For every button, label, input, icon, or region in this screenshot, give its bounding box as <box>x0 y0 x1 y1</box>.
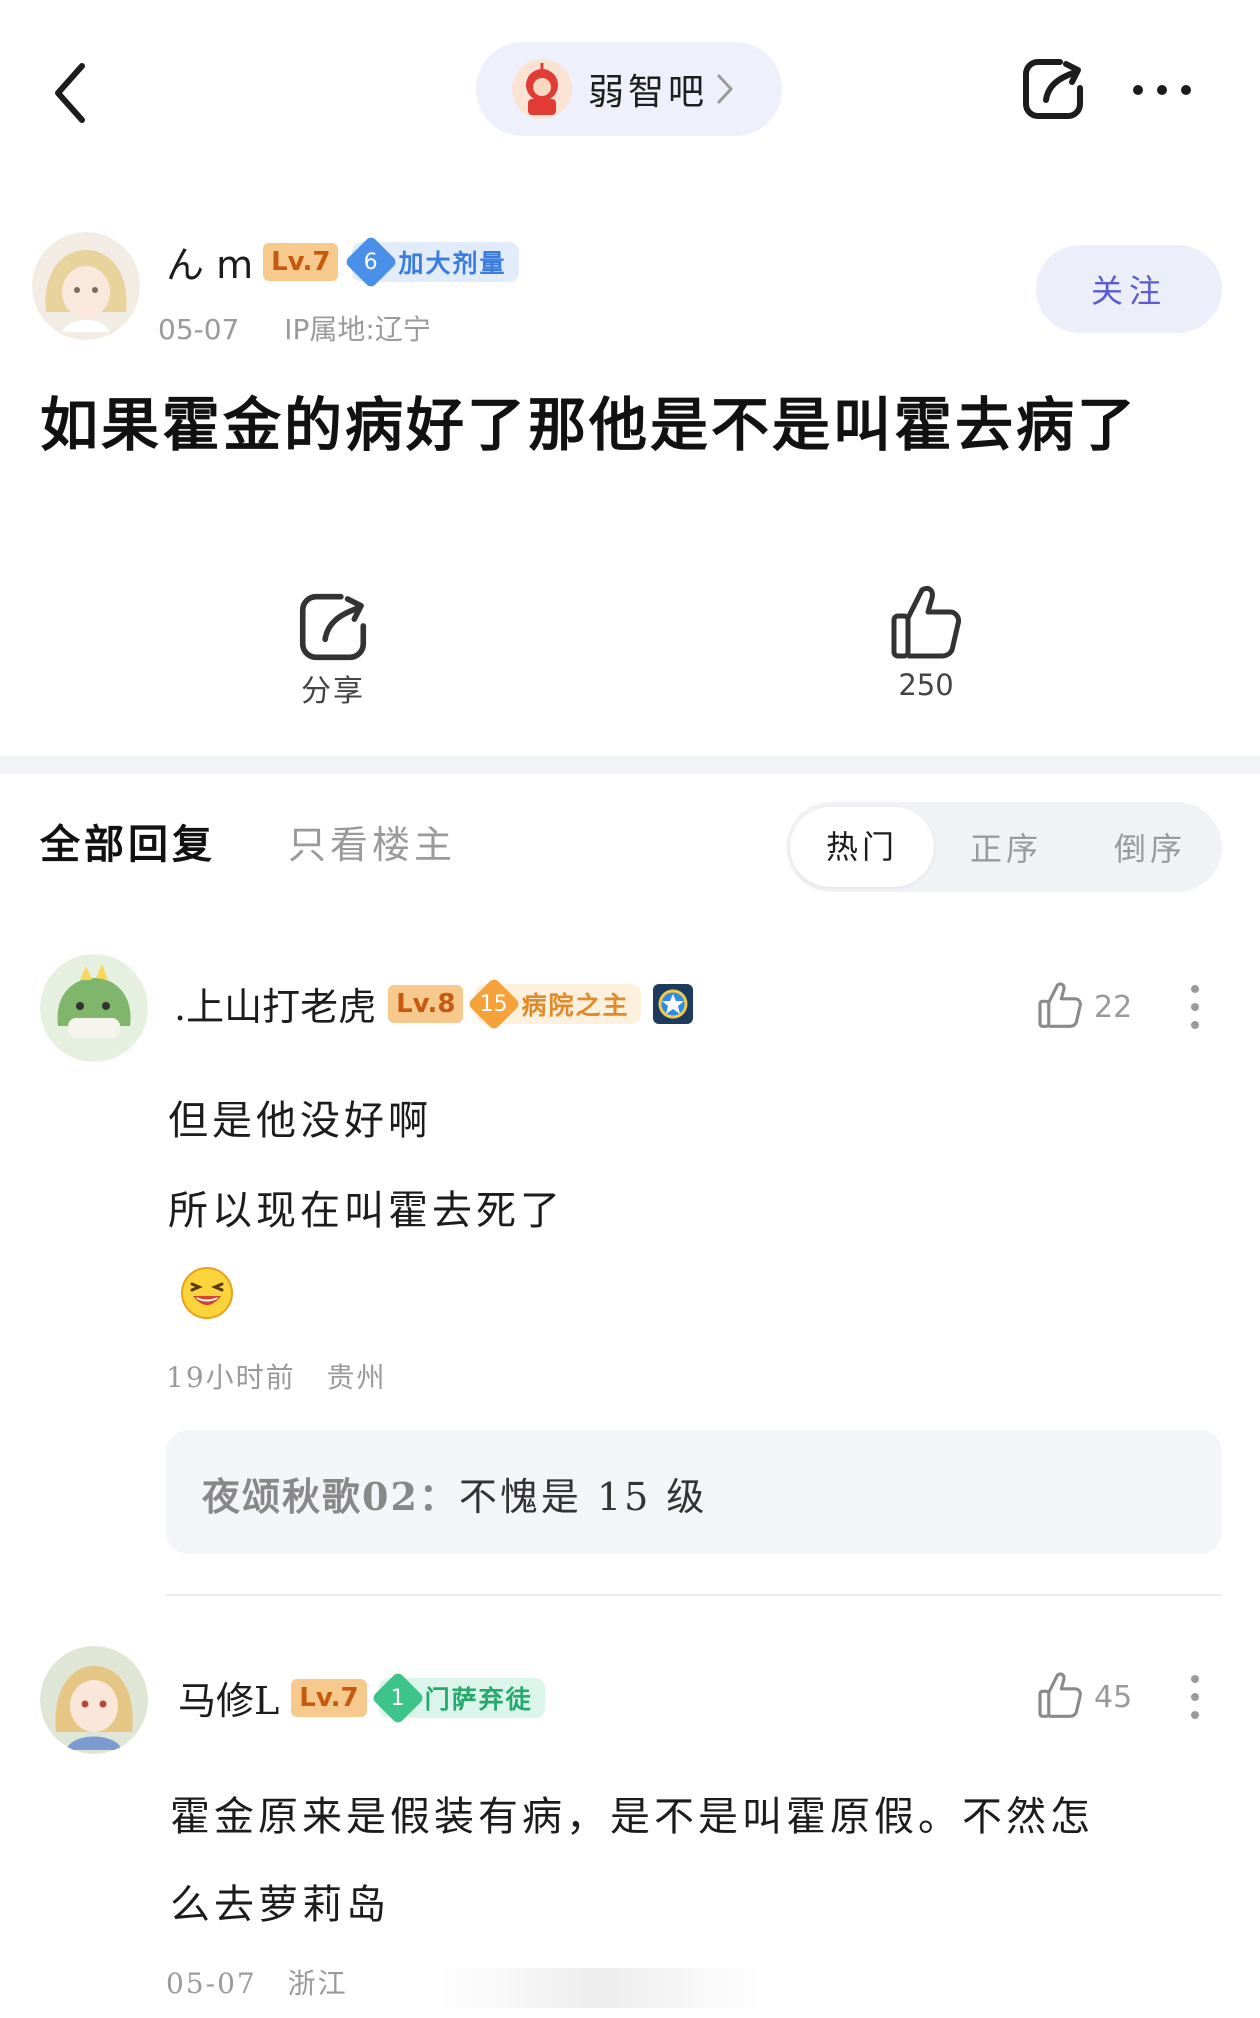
comment-like-count: 22 <box>1094 990 1133 1025</box>
share-button[interactable] <box>1020 56 1086 122</box>
title-badge[interactable]: 15 病院之主 <box>467 976 642 1031</box>
comment-text-line: 但是他没好啊 <box>168 1098 432 1144</box>
comment-meta: 19小时前 贵州 <box>166 1356 387 1396</box>
forum-name: 弱智吧 <box>588 72 709 113</box>
tab-op-only[interactable]: 只看楼主 <box>288 814 456 869</box>
reply-username[interactable]: 夜颂秋歌02： <box>202 1474 459 1519</box>
sort-desc[interactable]: 倒序 <box>1078 824 1222 870</box>
more-button[interactable] <box>1130 82 1194 98</box>
level-badge: Lv.8 <box>388 984 464 1023</box>
back-button[interactable] <box>48 58 98 128</box>
username[interactable]: ん m <box>166 234 253 289</box>
title-text: 病院之主 <box>521 990 630 1020</box>
username[interactable]: 马修L <box>178 1670 279 1725</box>
title-level-icon: 15 <box>467 976 522 1031</box>
post-date: 05-07 <box>158 313 240 346</box>
share-label: 分享 <box>301 674 365 709</box>
comment-like-button[interactable] <box>1036 980 1084 1030</box>
avatar[interactable] <box>32 232 140 340</box>
comment-more-button[interactable] <box>1190 984 1200 1030</box>
level-badge: Lv.7 <box>263 242 339 281</box>
back-icon <box>55 63 85 123</box>
reply-text: 不愧是 15 级 <box>458 1475 708 1519</box>
comment-text-line: 么去萝莉岛 <box>170 1882 390 1928</box>
chevron-right-icon <box>717 74 733 104</box>
comment-location: 浙江 <box>287 1967 348 2000</box>
avatar[interactable] <box>40 954 148 1062</box>
ip-location: IP属地:辽宁 <box>284 313 431 346</box>
comment-more-button[interactable] <box>1190 1674 1200 1720</box>
forum-link[interactable]: 弱智吧 <box>476 42 782 136</box>
title-badge[interactable]: 6 加大剂量 <box>344 234 519 289</box>
like-count: 250 <box>898 668 954 702</box>
title-text: 门萨弃徒 <box>424 1684 533 1714</box>
forum-avatar <box>512 59 572 119</box>
comment-text-line: 所以现在叫霍去死了 <box>168 1188 564 1234</box>
comment-like-button[interactable] <box>1036 1670 1084 1720</box>
share-icon <box>1023 59 1083 119</box>
like-button[interactable] <box>888 582 964 662</box>
post-title: 如果霍金的病好了那他是不是叫霍去病了 <box>40 391 1139 459</box>
comment-time: 19小时前 <box>166 1361 296 1394</box>
tab-all-replies[interactable]: 全部回复 <box>40 812 216 870</box>
avatar[interactable] <box>40 1646 148 1754</box>
title-level-icon: 6 <box>344 234 399 289</box>
comment-text-line: 霍金原来是假装有病，是不是叫霍原假。不然怎 <box>170 1794 1094 1840</box>
thumbs-up-icon <box>1038 982 1082 1028</box>
more-vertical-icon <box>1191 1675 1199 1719</box>
share-icon <box>299 593 367 661</box>
laughing-emoji-icon <box>180 1266 234 1324</box>
follow-button[interactable]: 关注 <box>1036 245 1222 333</box>
sort-asc[interactable]: 正序 <box>934 824 1078 870</box>
sub-reply[interactable]: 夜颂秋歌02：不愧是 15 级 <box>166 1430 1222 1554</box>
comment-author-row: 马修L Lv.7 1 门萨弃徒 <box>178 1670 545 1725</box>
title-badge[interactable]: 1 门萨弃徒 <box>370 1670 545 1725</box>
share-action-button[interactable] <box>296 590 370 664</box>
thumbs-up-icon <box>891 585 961 659</box>
comment-like-count: 45 <box>1094 1680 1133 1715</box>
title-level-icon: 1 <box>370 1670 425 1725</box>
star-medal-icon <box>653 983 694 1024</box>
comment-meta: 05-07 浙江 <box>166 1962 348 2002</box>
sort-toggle: 热门 正序 倒序 <box>786 802 1222 892</box>
comment-author-row: .上山打老虎 Lv.8 15 病院之主 <box>174 976 695 1031</box>
comment-divider <box>166 1594 1222 1596</box>
comment-location: 贵州 <box>326 1361 387 1394</box>
sort-hot[interactable]: 热门 <box>790 807 934 887</box>
more-vertical-icon <box>1191 985 1199 1029</box>
scroll-fade <box>440 1968 760 2008</box>
title-text: 加大剂量 <box>398 248 507 278</box>
level-badge: Lv.7 <box>291 1678 367 1717</box>
thumbs-up-icon <box>1038 1672 1082 1718</box>
op-meta: 05-07 IP属地:辽宁 <box>158 308 431 348</box>
username[interactable]: .上山打老虎 <box>174 976 376 1031</box>
comment-time: 05-07 <box>166 1967 257 2000</box>
op-name-row: ん m Lv.7 6 加大剂量 <box>166 234 519 289</box>
section-divider <box>0 756 1260 774</box>
more-icon <box>1133 85 1191 95</box>
